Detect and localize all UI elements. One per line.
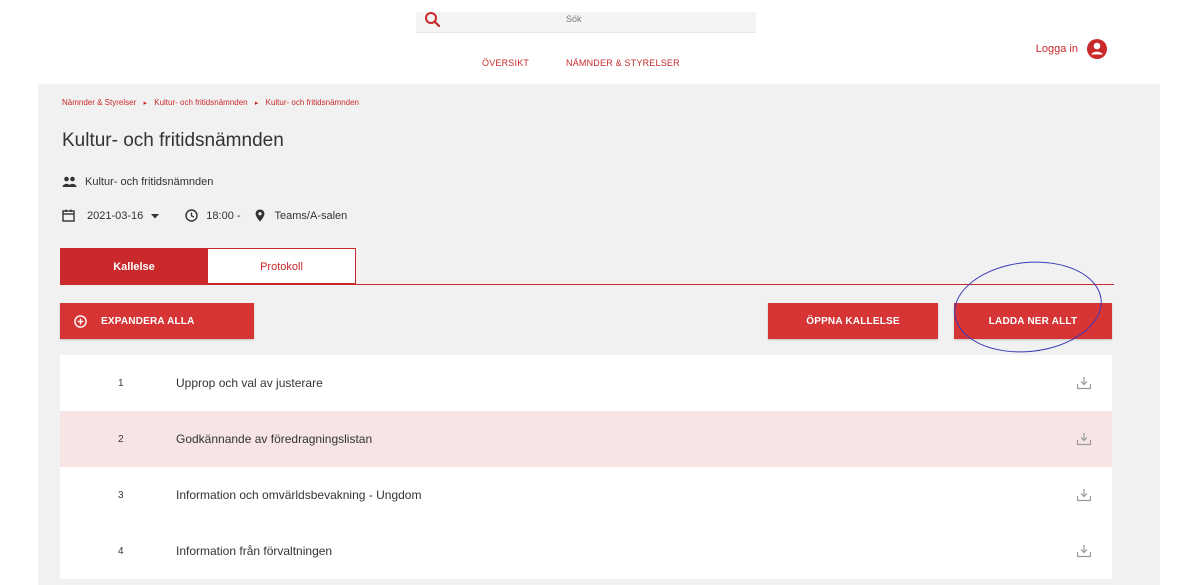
agenda-item-number: 2 [118, 433, 124, 445]
download-icon[interactable] [1076, 432, 1092, 446]
meeting-panel: Nämnder & Styrelser ▸ Kultur- och fritid… [38, 84, 1160, 585]
caret-down-icon[interactable] [151, 213, 160, 219]
login-link[interactable]: Logga in [1036, 38, 1108, 60]
tab-kallelse[interactable]: Kallelse [60, 248, 208, 284]
page-title: Kultur- och fritidsnämnden [62, 130, 284, 151]
meeting-details-row: 2021-03-16 18:00 - Teams/A-salen [62, 209, 347, 222]
calendar-icon [62, 209, 75, 222]
agenda-item[interactable]: 3 Information och omvärldsbevakning - Un… [60, 467, 1112, 523]
agenda-item-title[interactable]: Information och omvärldsbevakning - Ungd… [176, 488, 421, 502]
site-header: Sök ÖVERSIKT NÄMNDER & STYRELSER Logga i… [0, 0, 1184, 84]
expand-all-button[interactable]: EXPANDERA ALLA [60, 303, 254, 339]
breadcrumb: Nämnder & Styrelser ▸ Kultur- och fritid… [62, 98, 359, 107]
committee-row: Kultur- och fritidsnämnden [62, 176, 213, 188]
people-icon [62, 176, 77, 187]
clock-icon [185, 209, 198, 222]
agenda-item-number: 1 [118, 377, 124, 389]
meeting-time: 18:00 - [206, 209, 241, 222]
agenda-item-title[interactable]: Upprop och val av justerare [176, 376, 323, 390]
meeting-location: Teams/A-salen [274, 209, 348, 222]
meeting-date[interactable]: 2021-03-16 [87, 210, 143, 222]
breadcrumb-item-current[interactable]: Kultur- och fritidsnämnden [266, 98, 359, 107]
search-icon[interactable] [424, 11, 442, 29]
login-label[interactable]: Logga in [1036, 43, 1078, 55]
agenda-item-title[interactable]: Information från förvaltningen [176, 544, 332, 558]
search-input[interactable]: Sök [416, 12, 756, 33]
agenda-item-title[interactable]: Godkännande av föredragningslistan [176, 432, 372, 446]
committee-name: Kultur- och fritidsnämnden [85, 176, 214, 188]
agenda-item[interactable]: 2 Godkännande av föredragningslistan [60, 411, 1112, 467]
agenda-list: 1 Upprop och val av justerare 2 Godkänna… [60, 355, 1112, 579]
breadcrumb-separator: ▸ [143, 100, 147, 107]
download-all-button[interactable]: LADDA NER ALLT [954, 303, 1112, 339]
plus-circle-icon [74, 314, 87, 328]
agenda-item-number: 4 [118, 545, 124, 557]
agenda-item[interactable]: 4 Information från förvaltningen [60, 523, 1112, 579]
nav-namnder-styrelser[interactable]: NÄMNDER & STYRELSER [566, 58, 680, 68]
user-icon[interactable] [1086, 38, 1108, 60]
breadcrumb-item-committee[interactable]: Kultur- och fritidsnämnden [154, 98, 247, 107]
agenda-item[interactable]: 1 Upprop och val av justerare [60, 355, 1112, 411]
open-notice-button[interactable]: ÖPPNA KALLELSE [768, 303, 938, 339]
nav-oversikt[interactable]: ÖVERSIKT [482, 58, 529, 68]
search-placeholder: Sök [566, 14, 582, 24]
download-icon[interactable] [1076, 544, 1092, 558]
location-pin-icon [255, 209, 264, 222]
breadcrumb-item-namnder[interactable]: Nämnder & Styrelser [62, 98, 136, 107]
tab-protokoll[interactable]: Protokoll [208, 248, 356, 284]
breadcrumb-separator: ▸ [254, 100, 259, 107]
document-tabs: Kallelse Protokoll [60, 248, 1114, 285]
download-icon[interactable] [1076, 376, 1092, 390]
download-icon[interactable] [1076, 488, 1092, 502]
agenda-item-number: 3 [118, 489, 124, 501]
expand-all-label: EXPANDERA ALLA [101, 315, 195, 327]
